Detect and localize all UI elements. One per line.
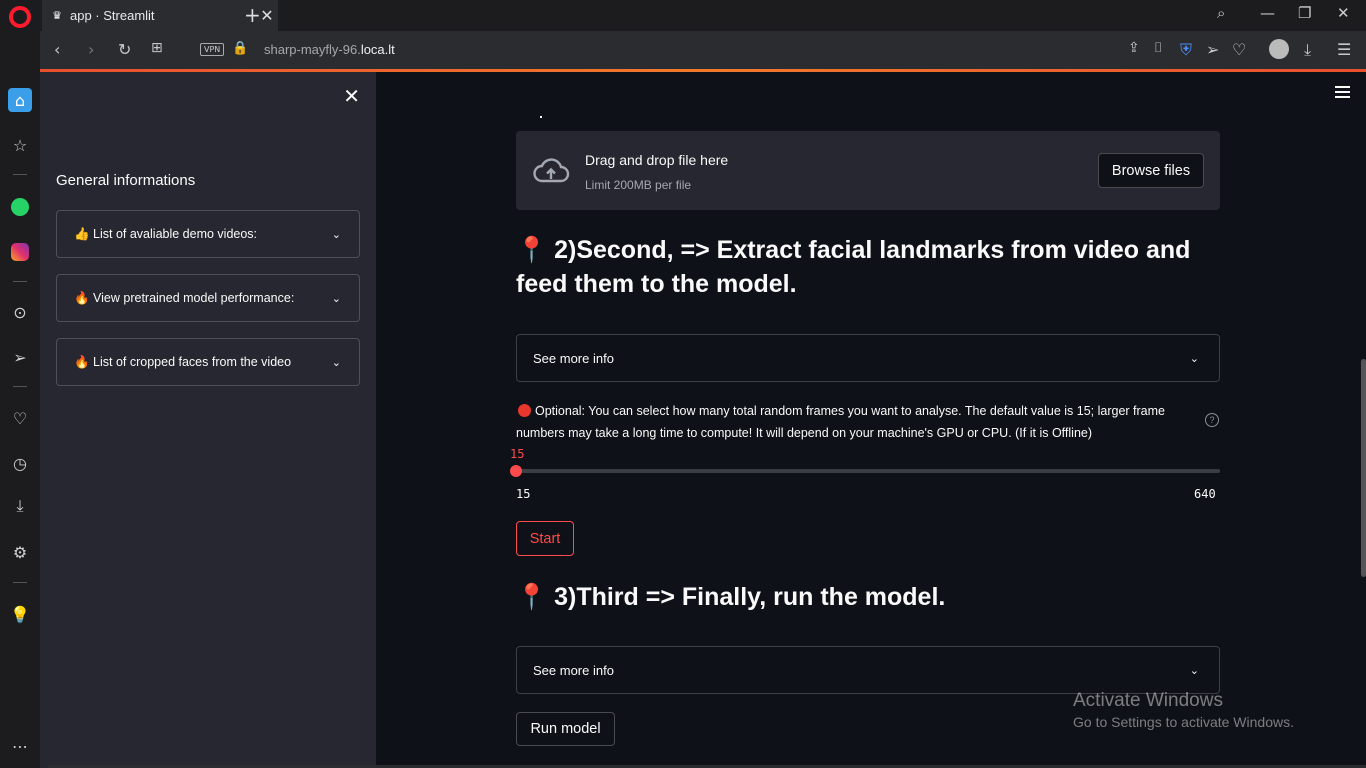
address-toolbar: ‹ › ↻ ⊞ VPN 🔒 sharp-mayfly-96.loca.lt ⇪ …	[40, 31, 1366, 69]
close-sidebar-icon[interactable]: ✕	[343, 84, 360, 108]
hamburger-menu-icon[interactable]	[1335, 86, 1350, 101]
forward-icon[interactable]: ›	[88, 40, 94, 59]
expander-label: 👍 List of avaliable demo videos:	[74, 226, 258, 241]
lock-icon[interactable]: 🔒	[232, 41, 248, 56]
share-icon[interactable]: ⇪	[1128, 40, 1140, 56]
file-uploader[interactable]: Drag and drop file here Limit 200MB per …	[516, 131, 1220, 210]
vpn-badge[interactable]: VPN	[200, 43, 225, 56]
new-tab-icon[interactable]: +	[244, 3, 261, 27]
chevron-down-icon: ⌄	[331, 227, 341, 241]
instagram-icon[interactable]	[8, 240, 32, 264]
home-icon[interactable]: ⌂	[8, 88, 32, 112]
url-field[interactable]: sharp-mayfly-96.loca.lt	[264, 42, 395, 57]
camera-icon[interactable]: ⌷	[1154, 40, 1162, 56]
search-tabs-icon[interactable]: ⌕	[1217, 4, 1225, 22]
uploader-instructions: Drag and drop file here	[585, 152, 729, 168]
more-icon[interactable]: ⋯	[8, 734, 32, 758]
profile-avatar[interactable]	[1269, 39, 1289, 63]
sidebar-heading: General informations	[56, 172, 196, 189]
expander-demo-videos[interactable]: 👍 List of avaliable demo videos: ⌄	[56, 210, 360, 258]
section-3-heading: 📍 3)Third => Finally, run the model.	[516, 582, 946, 611]
slider-current-value: 15	[510, 447, 525, 461]
cloud-upload-icon	[533, 158, 570, 183]
pin-icon: 📍	[516, 582, 548, 611]
back-icon[interactable]: ‹	[54, 40, 60, 59]
windows-activation-watermark: Activate Windows Go to Settings to activ…	[1073, 690, 1294, 730]
main-scrollbar[interactable]	[1361, 359, 1366, 577]
minimize-icon[interactable]: —	[1260, 4, 1275, 22]
optional-description: Optional: You can select how many total …	[516, 404, 1165, 440]
send-icon[interactable]: ➢	[8, 345, 32, 369]
frames-slider-thumb[interactable]	[510, 465, 522, 477]
chevron-down-icon: ⌄	[331, 291, 341, 305]
star-icon[interactable]: ☆	[8, 133, 32, 157]
browse-files-button[interactable]: Browse files	[1098, 153, 1204, 188]
main-content: Drag and drop file here Limit 200MB per …	[376, 72, 1366, 768]
run-model-button[interactable]: Run model	[516, 712, 615, 746]
chevron-down-icon: ⌄	[331, 355, 341, 369]
lightbulb-icon[interactable]: 💡	[8, 602, 32, 626]
expander-see-more-2[interactable]: See more info ⌄	[516, 334, 1220, 382]
streamlit-favicon-icon: ♛	[52, 9, 62, 22]
tab-app[interactable]: ♛ app · Streamlit ✕	[42, 0, 278, 31]
heart-icon[interactable]: ♡	[8, 406, 32, 430]
bookmark-heart-icon[interactable]: ♡	[1232, 40, 1246, 59]
restore-icon[interactable]: ❐	[1298, 4, 1311, 22]
downloads-icon[interactable]: ⤓	[1304, 40, 1311, 60]
reload-icon[interactable]: ↻	[118, 40, 131, 59]
player-icon[interactable]: ⊙	[8, 300, 32, 324]
tabs-grid-icon[interactable]: ⊞	[151, 40, 163, 56]
chevron-down-icon: ⌄	[1189, 663, 1199, 677]
send-page-icon[interactable]: ➢	[1206, 40, 1219, 59]
download-icon[interactable]: ⤓	[8, 494, 32, 518]
close-window-icon[interactable]: ✕	[1337, 4, 1350, 22]
slider-min-label: 15	[516, 487, 531, 501]
red-circle-icon	[518, 404, 531, 417]
opera-logo-icon[interactable]	[9, 6, 31, 28]
expander-label: 🔥 List of cropped faces from the video	[74, 354, 292, 369]
browser-sidebar: ⌂ ☆ ⊙ ➢ ♡ ◷ ⤓ ⚙ 💡 ⋯	[0, 0, 40, 768]
expander-cropped-faces[interactable]: 🔥 List of cropped faces from the video ⌄	[56, 338, 360, 386]
section-2-heading: 📍 2)Second, => Extract facial landmarks …	[516, 235, 1191, 298]
pin-icon: 📍	[516, 235, 548, 264]
expander-label: 🔥 View pretrained model performance:	[74, 290, 295, 305]
expander-label: See more info	[533, 350, 614, 366]
start-button[interactable]: Start	[516, 521, 574, 556]
stray-dot	[540, 116, 542, 118]
easy-setup-icon[interactable]: ☰	[1337, 40, 1351, 59]
tab-title: app · Streamlit	[70, 8, 155, 23]
expander-model-performance[interactable]: 🔥 View pretrained model performance: ⌄	[56, 274, 360, 322]
settings-icon[interactable]: ⚙	[8, 540, 32, 564]
whatsapp-icon[interactable]	[8, 195, 32, 219]
tab-strip: ♛ app · Streamlit ✕ + ⌕ — ❐ ✕	[40, 0, 1366, 31]
help-icon[interactable]: ?	[1205, 413, 1219, 427]
uploader-limit: Limit 200MB per file	[585, 178, 692, 192]
history-icon[interactable]: ◷	[8, 451, 32, 475]
slider-max-label: 640	[1194, 487, 1216, 501]
expander-see-more-3[interactable]: See more info ⌄	[516, 646, 1220, 694]
shield-icon[interactable]: ⛨	[1180, 40, 1192, 60]
expander-label: See more info	[533, 662, 614, 678]
frames-slider-track[interactable]	[516, 469, 1220, 473]
chevron-down-icon: ⌄	[1189, 351, 1199, 365]
app-sidebar: ✕ General informations 👍 List of avaliab…	[40, 72, 376, 768]
